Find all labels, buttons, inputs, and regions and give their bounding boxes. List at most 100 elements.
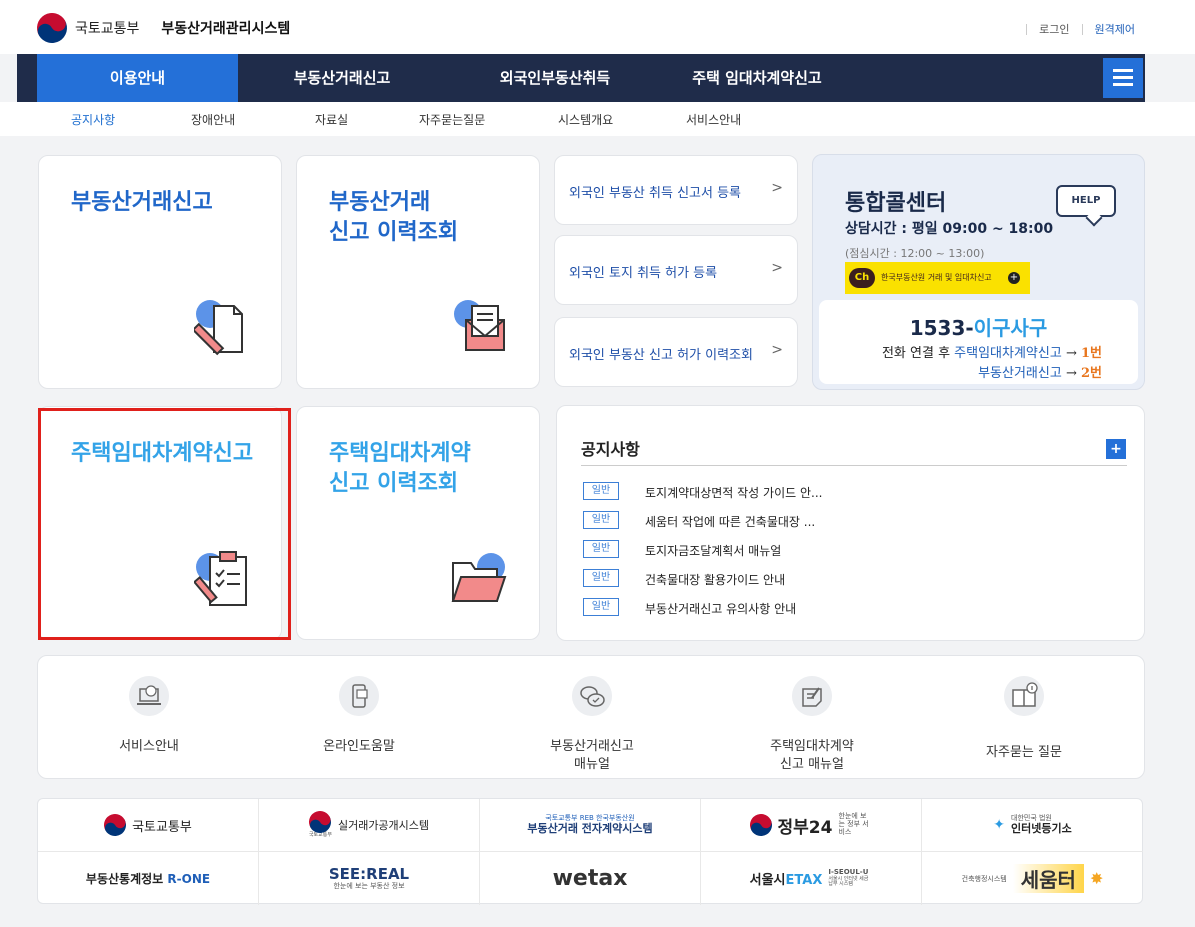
notice-item-title: 세움터 작업에 따른 건축물대장 ... — [645, 515, 816, 529]
partner-iros[interactable]: ✦ 대한민국 법원 인터넷등기소 — [922, 799, 1143, 852]
partner-label: wetax — [552, 866, 628, 891]
partner-label: 부동산거래 전자계약시스템 — [527, 821, 653, 835]
partner-label: 정부24 — [777, 817, 833, 838]
link-label: 외국인 부동산 신고 허가 이력조회 — [569, 348, 753, 363]
hamburger-icon — [1113, 69, 1133, 72]
kakao-channel-button[interactable]: Ch 한국부동산원 거래 및 임대차신고 + — [845, 262, 1030, 294]
partner-rone[interactable]: 부동산통계정보 R-ONE — [38, 852, 259, 905]
partner-text: 대한민국 법원 인터넷등기소 — [1011, 814, 1072, 835]
divider — [1026, 23, 1028, 35]
hamburger-icon — [1113, 83, 1133, 86]
link-label: 외국인 토지 취득 허가 등록 — [569, 266, 718, 281]
partner-seereal[interactable]: SEE:REAL 한눈에 보는 부동산 정보 — [259, 852, 480, 905]
foreign-acquisition-report-link[interactable]: 외국인 부동산 취득 신고서 등록 > — [554, 155, 798, 225]
subnav-outage[interactable]: 장애안내 — [191, 111, 235, 128]
partner-molit[interactable]: 국토교통부 — [38, 799, 259, 852]
callcenter-hours: 상담시간 : 평일 09:00 ~ 18:00 — [845, 221, 1054, 237]
highlight-frame — [38, 408, 291, 640]
foreign-land-permit-link[interactable]: 외국인 토지 취득 허가 등록 > — [554, 235, 798, 305]
partner-sub: 한눈에 보는 부동산 정보 — [333, 881, 405, 890]
divider — [581, 465, 1127, 466]
partner-label: 세움터 — [1012, 864, 1084, 893]
notice-more-button[interactable]: + — [1106, 439, 1126, 459]
partner-text: SEE:REAL 한눈에 보는 부동산 정보 — [329, 866, 409, 890]
trade-report-card[interactable]: 부동산거래신고 — [38, 155, 282, 389]
category-badge: 일반 — [583, 540, 619, 558]
menu-toggle-button[interactable] — [1103, 58, 1143, 98]
partner-label: 부동산통계정보 R-ONE — [86, 870, 210, 887]
service-label-line1: 주택임대차계약 — [770, 739, 854, 754]
kakao-channel-icon: Ch — [849, 268, 875, 288]
guide-prefix: 전화 연결 후 — [881, 346, 955, 361]
chevron-right-icon: > — [771, 342, 783, 358]
ministry-logo[interactable]: 국토교통부 부동산거래관리시스템 — [31, 7, 291, 49]
guide-arrow: → — [1061, 346, 1081, 361]
utility-links: 로그인 원격제어 — [1026, 21, 1135, 37]
card-title-line1: 주택임대차계약 — [329, 441, 471, 466]
subnav-archive[interactable]: 자료실 — [315, 111, 348, 128]
partner-sub: 국토교통부 — [308, 832, 332, 839]
phone-korean: 이구사구 — [973, 316, 1048, 340]
partner-links: 국토교통부 국토교통부 실거래가공개시스템 국토교통부 REB 한국부동산원 부… — [37, 798, 1143, 905]
card-title-line2: 신고 이력조회 — [329, 220, 459, 245]
phone-guide-line2: 부동산거래신고 → 2번 — [978, 362, 1102, 381]
kakao-channel-label: 한국부동산원 거래 및 임대차신고 — [881, 273, 992, 282]
card-title: 부동산거래신고 — [71, 190, 213, 215]
remote-control-link[interactable]: 원격제어 — [1095, 21, 1135, 37]
notice-item-title: 토지자금조달계획서 매뉴얼 — [645, 544, 782, 558]
help-bubble-icon: HELP — [1056, 185, 1116, 217]
service-guide-shortcut[interactable]: 서비스안내 — [38, 656, 260, 780]
folder-open-icon — [451, 553, 507, 602]
callcenter-lunch: (점심시간 : 12:00 ~ 13:00) — [845, 247, 985, 260]
login-link[interactable]: 로그인 — [1039, 21, 1069, 37]
callcenter-title: 통합콜센터 — [845, 191, 947, 216]
subnav-notice[interactable]: 공지사항 — [71, 111, 115, 128]
notice-title: 공지사항 — [581, 440, 640, 459]
guide-number: 2번 — [1080, 366, 1102, 381]
hamburger-icon — [1113, 76, 1133, 79]
partner-wetax[interactable]: wetax — [480, 852, 701, 905]
partner-prefix: 부동산통계정보 — [85, 872, 168, 886]
card-title: 주택임대차계약 신고 이력조회 — [329, 439, 471, 499]
document-pen-icon — [194, 300, 243, 356]
service-label-line2: 신고 매뉴얼 — [780, 757, 844, 772]
guide-trade: 부동산거래신고 — [978, 366, 1062, 381]
online-help-shortcut[interactable]: 온라인도움말 — [248, 656, 470, 780]
subnav-faq[interactable]: 자주묻는질문 — [419, 111, 485, 128]
partner-seoul-etax[interactable]: 서울시ETAX I-SEOUL-U 서울시 인터넷 세금납부 시스템 — [701, 852, 922, 905]
trade-manual-shortcut[interactable]: 부동산거래신고 매뉴얼 — [481, 656, 703, 780]
subnav-system-overview[interactable]: 시스템개요 — [558, 111, 613, 128]
main-navigation: 이용안내 부동산거래신고 외국인부동산취득 주택 임대차계약신고 — [17, 54, 1145, 102]
foreign-history-link[interactable]: 외국인 부동산 신고 허가 이력조회 > — [554, 317, 798, 387]
partner-irts[interactable]: 국토교통부 REB 한국부동산원 부동산거래 전자계약시스템 — [480, 799, 701, 852]
guide-arrow: → — [1061, 366, 1081, 381]
lease-history-card[interactable]: 주택임대차계약 신고 이력조회 — [296, 406, 540, 640]
lease-manual-shortcut[interactable]: 주택임대차계약 신고 매뉴얼 — [701, 656, 923, 780]
court-emblem-icon: ✦ — [993, 817, 1005, 833]
gnb-item-guide[interactable]: 이용안내 — [37, 54, 238, 102]
trade-history-card[interactable]: 부동산거래 신고 이력조회 — [296, 155, 540, 389]
divider — [1081, 23, 1083, 35]
gnb-item-lease-report[interactable]: 주택 임대차계약신고 — [657, 54, 857, 102]
partner-text: 국토교통부 REB 한국부동산원 부동산거래 전자계약시스템 — [527, 814, 653, 835]
partner-rtms[interactable]: 국토교통부 실거래가공개시스템 — [259, 799, 480, 852]
notice-panel: 공지사항 + 일반 토지계약대상면적 작성 가이드 안... 일반 세움터 작업… — [556, 405, 1145, 641]
gnb-item-foreign-acquisition[interactable]: 외국인부동산취득 — [465, 54, 645, 102]
category-badge: 일반 — [583, 598, 619, 616]
partner-gov24[interactable]: 정부24 한눈에 보는 정부 서비스 — [701, 799, 922, 852]
phone-digits: 1533- — [909, 316, 974, 340]
partner-prefix: 서울시 — [749, 873, 786, 888]
gnb-item-trade-report[interactable]: 부동산거래신고 — [262, 54, 422, 102]
subnav-service-guide[interactable]: 서비스안내 — [686, 111, 741, 128]
faq-shortcut[interactable]: 자주묻는 질문 — [913, 656, 1135, 780]
chevron-right-icon: > — [771, 180, 783, 196]
partner-emblem: 국토교통부 — [305, 807, 336, 839]
category-badge: 일반 — [583, 569, 619, 587]
partner-eais[interactable]: 건축행정시스템 세움터 ✸ — [922, 852, 1143, 905]
partner-sub: 서울시 인터넷 세금납부 시스템 — [828, 875, 869, 888]
partner-label: 인터넷등기소 — [1011, 821, 1072, 835]
partner-brand: ETAX — [785, 873, 823, 888]
speech-bubble-question-icon — [572, 676, 612, 716]
system-name: 부동산거래관리시스템 — [161, 21, 291, 37]
link-label: 외국인 부동산 취득 신고서 등록 — [569, 186, 742, 201]
